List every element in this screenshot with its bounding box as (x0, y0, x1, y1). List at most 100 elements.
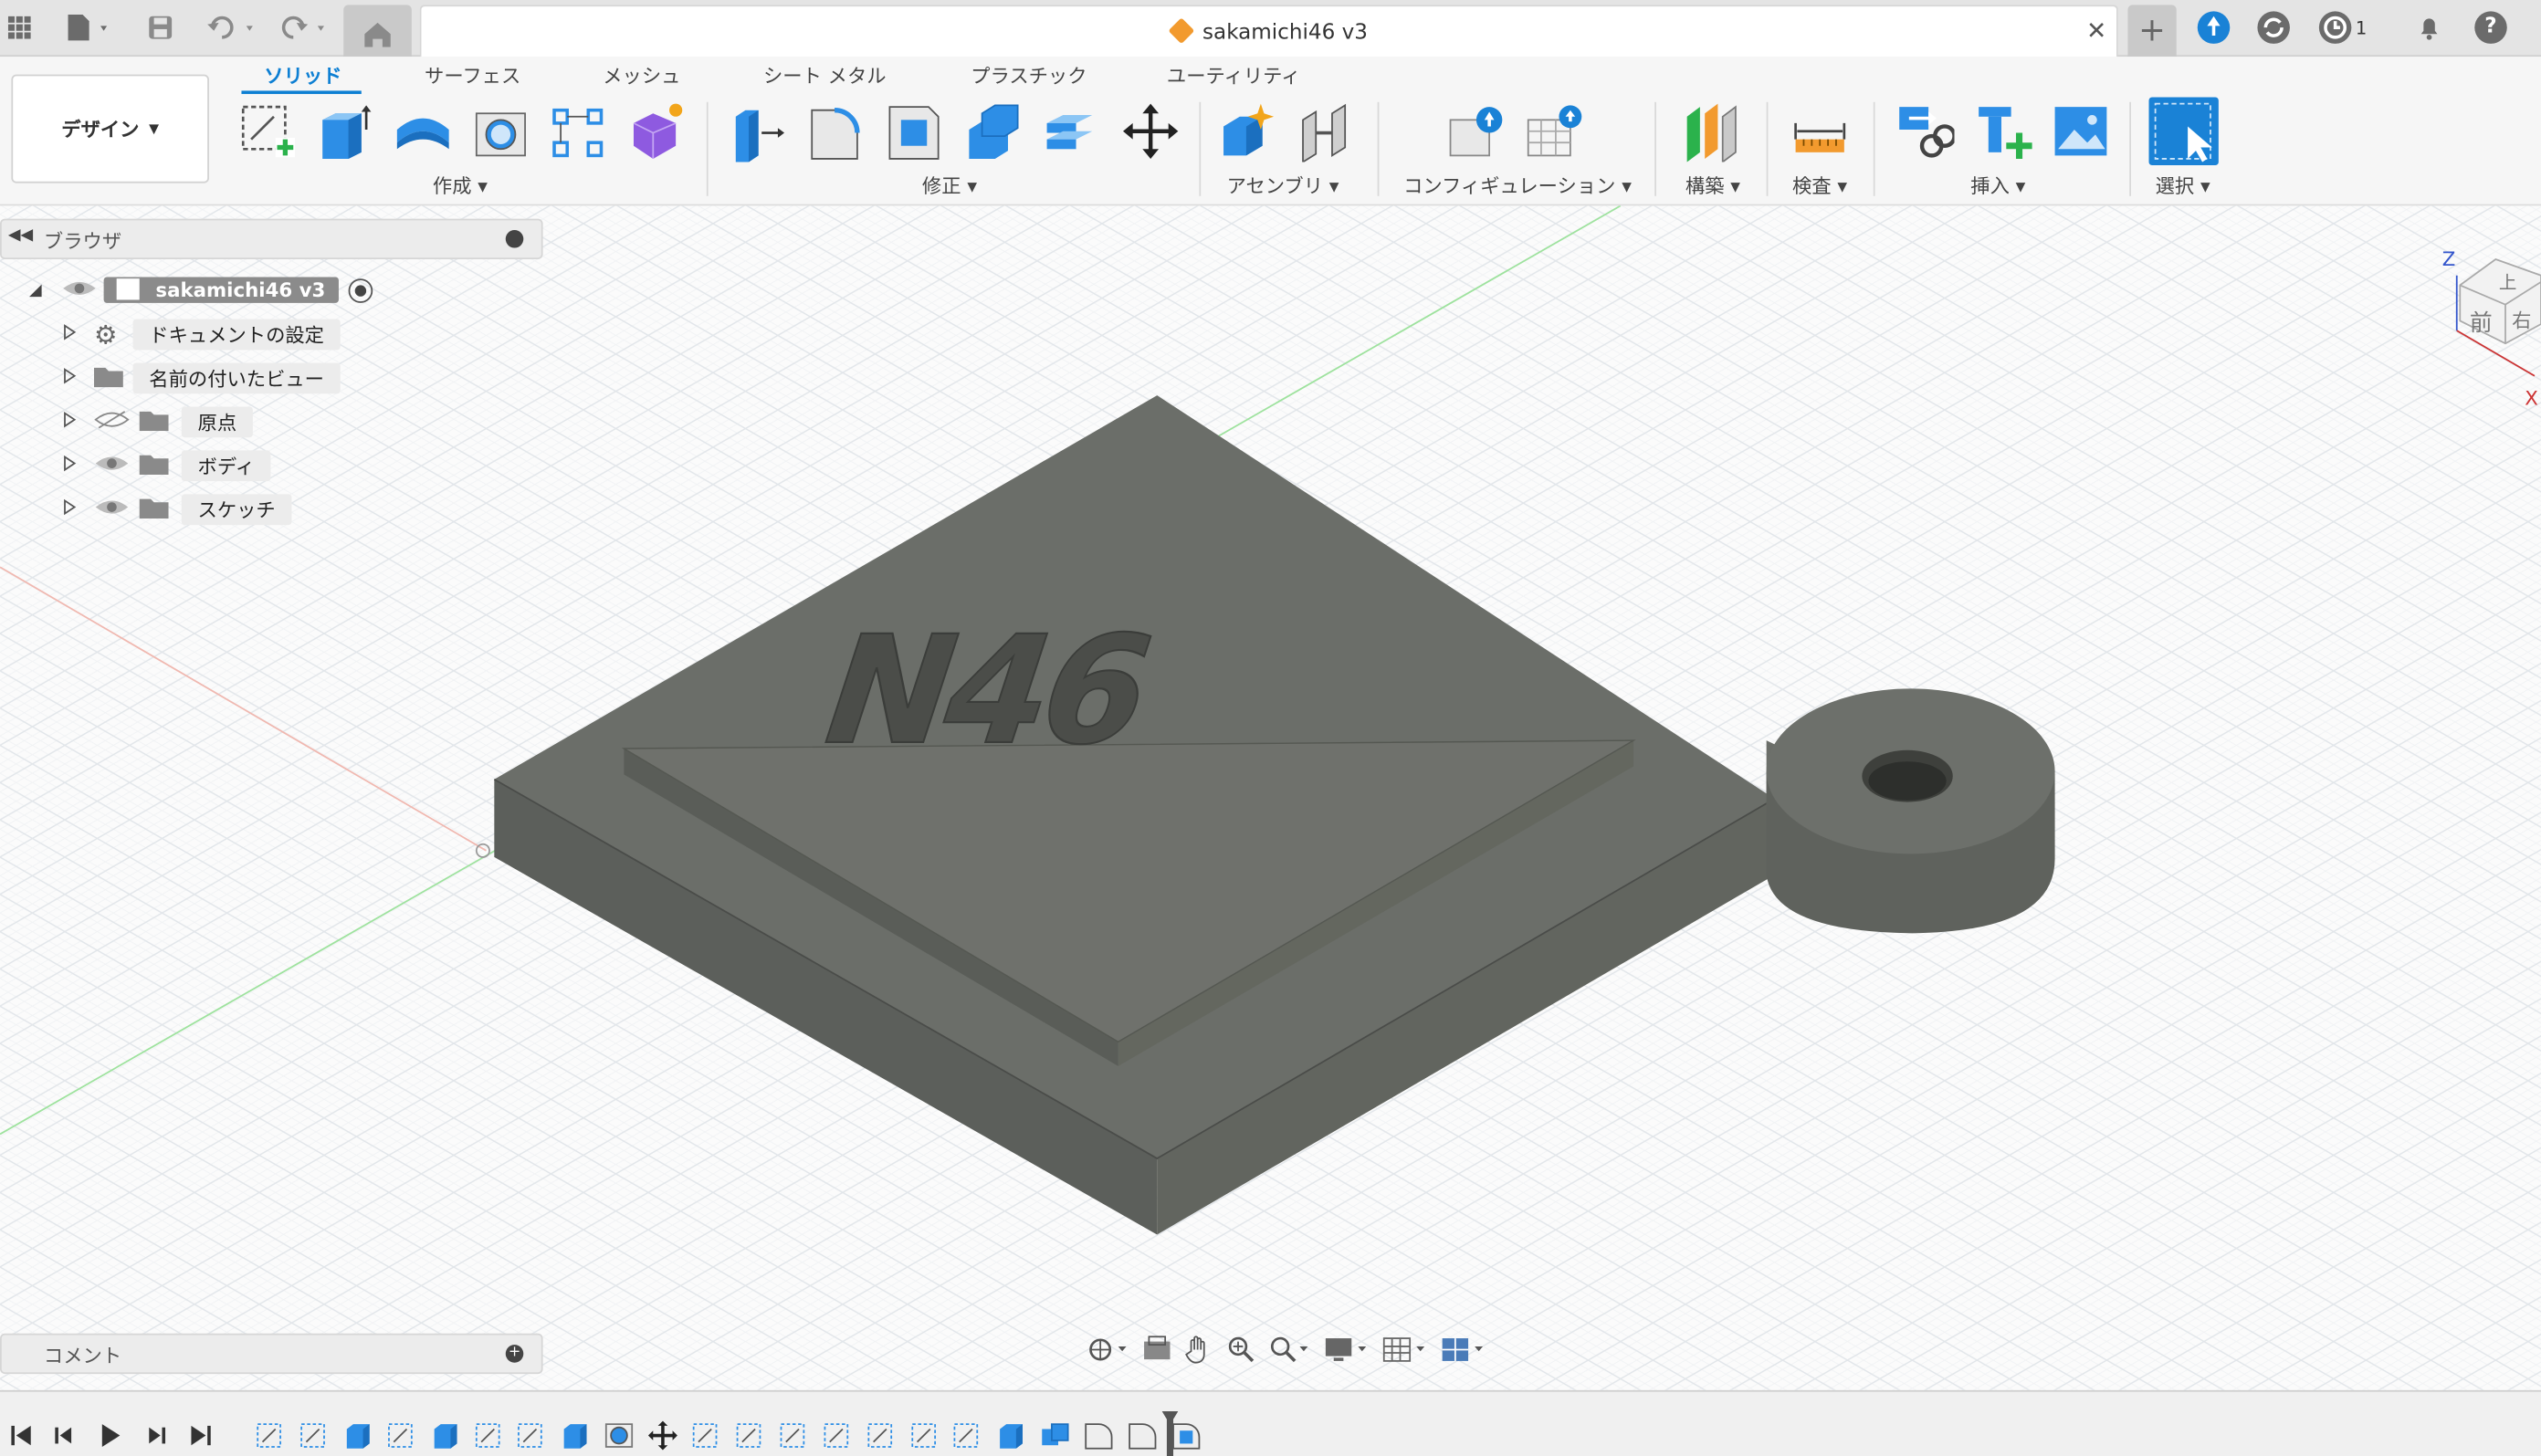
insert-mcmaster-icon[interactable] (1974, 100, 2032, 162)
group-assemble-label[interactable]: アセンブリ ▾ (1227, 172, 1339, 199)
new-component-icon[interactable] (1219, 100, 1277, 162)
timeline-sketch-icon[interactable] (734, 1419, 766, 1451)
insert-canvas-icon[interactable] (2052, 100, 2110, 162)
group-configure-label[interactable]: コンフィギュレーション ▾ (1403, 172, 1632, 199)
active-component-radio-icon[interactable] (348, 278, 373, 303)
browser-root-label[interactable]: sakamichi46 v3 (103, 277, 339, 303)
go-to-end-icon[interactable] (188, 1422, 214, 1448)
configure-design-icon[interactable] (1447, 100, 1506, 162)
model-keychain[interactable]: N46 (0, 205, 2541, 1389)
browser-item-named-views[interactable]: 名前の付いたビュー (61, 361, 341, 393)
configuration-table-icon[interactable] (1525, 100, 1583, 162)
create-sketch-icon[interactable] (238, 100, 297, 162)
pan-hand-icon[interactable] (1183, 1336, 1215, 1371)
zoom-icon[interactable] (1225, 1336, 1257, 1371)
hole-icon[interactable] (471, 100, 530, 162)
expand-triangle-icon[interactable] (61, 498, 93, 520)
expand-triangle-icon[interactable] (61, 410, 93, 433)
grid-settings-icon[interactable] (1381, 1336, 1429, 1371)
redo-icon[interactable] (276, 11, 334, 43)
hidden-eye-icon[interactable] (94, 409, 140, 434)
tab-solid[interactable]: ソリッド (264, 61, 341, 89)
pattern-icon[interactable] (550, 100, 608, 162)
app-grid-icon[interactable] (6, 11, 32, 43)
timeline-fillet-icon[interactable] (1083, 1419, 1115, 1451)
workspace-switcher[interactable]: デザイン ▼ (11, 74, 209, 183)
browser-minimize-icon[interactable] (505, 230, 524, 248)
new-tab-button[interactable]: + (2127, 5, 2177, 58)
tab-sheet-metal[interactable]: シート メタル (763, 61, 887, 89)
browser-item-sketches[interactable]: スケッチ (61, 493, 292, 525)
insert-derive-icon[interactable] (1896, 100, 1957, 162)
browser-item-bodies[interactable]: ボディ (61, 449, 271, 481)
timeline-sketch-icon[interactable] (778, 1419, 810, 1451)
close-tab-icon[interactable]: ✕ (2086, 16, 2106, 46)
visibility-eye-icon[interactable] (94, 497, 140, 521)
save-icon[interactable] (144, 11, 176, 43)
timeline-fillet-icon[interactable] (1127, 1419, 1159, 1451)
select-icon[interactable] (2148, 97, 2219, 166)
form-icon[interactable] (627, 100, 686, 162)
orbit-icon[interactable] (1086, 1336, 1131, 1371)
notifications-bell-icon[interactable] (2413, 11, 2445, 43)
undo-icon[interactable] (205, 11, 263, 43)
visibility-eye-icon[interactable] (61, 278, 103, 302)
press-pull-icon[interactable] (730, 100, 788, 162)
timeline-sketch-icon[interactable] (952, 1419, 984, 1451)
tab-surface[interactable]: サーフェス (425, 61, 520, 89)
help-icon[interactable]: ? (2474, 11, 2507, 44)
file-menu-icon[interactable] (61, 11, 116, 43)
viewcube[interactable]: Z X 前 上 右 (2441, 246, 2541, 441)
joint-icon[interactable] (1297, 100, 1355, 164)
job-status-icon[interactable] (2257, 11, 2290, 44)
fit-zoom-icon[interactable] (1267, 1336, 1313, 1371)
timeline-sketch-icon[interactable] (385, 1419, 417, 1451)
timeline-extrude-icon[interactable] (341, 1419, 373, 1451)
timeline-sketch-icon[interactable] (298, 1419, 330, 1451)
viewports-icon[interactable] (1439, 1336, 1487, 1371)
document-tab[interactable]: sakamichi46 v3 ✕ (419, 5, 2118, 58)
step-back-icon[interactable] (52, 1422, 78, 1448)
timeline-extrude-icon[interactable] (560, 1419, 592, 1451)
visibility-eye-icon[interactable] (94, 453, 140, 477)
display-settings-icon[interactable] (1322, 1336, 1370, 1371)
group-insert-label[interactable]: 挿入 ▾ (1970, 172, 2025, 199)
browser-item-document-settings[interactable]: ⚙ ドキュメントの設定 (61, 318, 341, 350)
timeline-sketch-icon[interactable] (255, 1419, 287, 1451)
step-forward-icon[interactable] (142, 1422, 168, 1448)
group-inspect-label[interactable]: 検査 ▾ (1792, 172, 1847, 199)
group-select-label[interactable]: 選択 ▾ (2156, 172, 2210, 199)
tab-plastic[interactable]: プラスチック (971, 61, 1087, 89)
measure-icon[interactable] (1790, 100, 1849, 162)
extrude-icon[interactable] (316, 100, 374, 162)
home-tab[interactable] (343, 5, 412, 58)
timeline-extrude-icon[interactable] (429, 1419, 461, 1451)
chamfer-icon[interactable] (885, 100, 943, 162)
timeline-sketch-icon[interactable] (865, 1419, 897, 1451)
collapse-panel-icon[interactable]: ◀◀ (8, 226, 33, 245)
timeline-marker[interactable] (1161, 1410, 1179, 1456)
combine-icon[interactable] (1040, 100, 1098, 162)
play-icon[interactable] (97, 1422, 122, 1448)
collapse-triangle-icon[interactable]: ◢ (29, 281, 61, 299)
viewcube-top-face[interactable]: 上 (2499, 272, 2517, 293)
expand-triangle-icon[interactable] (61, 366, 93, 389)
revolve-icon[interactable] (394, 100, 452, 162)
tab-utilities[interactable]: ユーティリティ (1167, 61, 1301, 89)
browser-header[interactable]: ◀◀ ブラウザ (0, 218, 543, 259)
timeline-sketch-icon[interactable] (690, 1419, 722, 1451)
browser-item-origin[interactable]: 原点 (61, 405, 253, 437)
comments-panel[interactable]: コメント + (0, 1333, 543, 1375)
group-construct-label[interactable]: 構築 ▾ (1685, 172, 1740, 199)
group-modify-label[interactable]: 修正 ▾ (922, 172, 977, 199)
timeline-sketch-icon[interactable] (821, 1419, 853, 1451)
expand-triangle-icon[interactable] (61, 322, 93, 345)
timeline-sketch-icon[interactable] (516, 1419, 548, 1451)
timeline-sketch-icon[interactable] (908, 1419, 940, 1451)
timeline-combine-icon[interactable] (1039, 1419, 1071, 1451)
fillet-icon[interactable] (807, 100, 866, 162)
tab-mesh[interactable]: メッシュ (603, 61, 680, 89)
group-create-label[interactable]: 作成 ▾ (433, 172, 488, 199)
timeline-move-icon[interactable] (646, 1419, 678, 1451)
3d-viewport[interactable]: N46 Z X 前 上 右 (0, 205, 2541, 1390)
